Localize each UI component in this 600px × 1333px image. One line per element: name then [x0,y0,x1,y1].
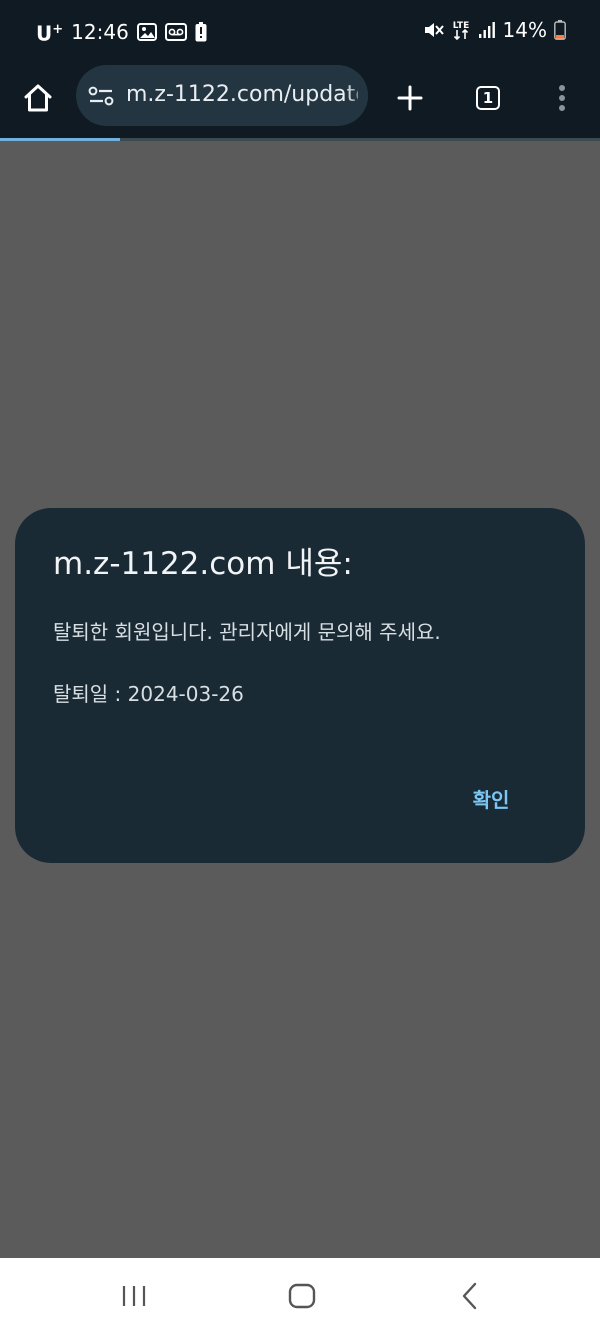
alert-dialog: m.z-1122.com 내용: 탈퇴한 회원입니다. 관리자에게 문의해 주세… [15,508,585,863]
new-tab-button[interactable] [388,76,432,120]
signal-icon [478,21,496,39]
more-vert-icon [559,85,565,111]
status-left: U+ 12:46 [36,17,207,47]
gallery-icon [136,22,157,41]
nav-home-icon [288,1283,316,1309]
dialog-withdrawal-date: 탈퇴일 : 2024-03-26 [53,682,244,706]
nav-home-button[interactable] [280,1276,324,1316]
lte-icon: LTE [451,19,471,41]
plus-icon [397,85,423,111]
dialog-title: m.z-1122.com 내용: [53,546,353,582]
carrier-label: U+ [36,17,63,47]
system-nav-bar [0,1258,600,1333]
battery-percent: 14% [502,18,547,42]
recents-button[interactable] [112,1276,156,1316]
home-icon [24,84,52,112]
battery-low-icon [554,20,566,40]
back-button[interactable] [448,1276,492,1316]
dialog-message: 탈퇴한 회원입니다. 관리자에게 문의해 주세요. [53,620,441,644]
page-load-progress [0,138,600,141]
url-bar[interactable]: m.z-1122.com/update [76,65,368,126]
url-fade [346,65,368,126]
voicemail-icon [164,22,187,41]
tab-count: 1 [476,86,500,110]
home-button[interactable] [16,76,60,120]
svg-text:LTE: LTE [452,21,469,31]
status-right: LTE 14% [424,17,566,43]
more-menu-button[interactable] [540,76,584,120]
carrier-plus: + [52,22,64,37]
url-text[interactable]: m.z-1122.com/update [126,81,358,109]
tab-switcher-button[interactable]: 1 [466,76,510,120]
site-settings-icon[interactable] [88,84,114,108]
carrier-name: U [36,21,53,46]
clock: 12:46 [71,19,129,44]
back-icon [462,1282,477,1310]
recents-icon [122,1286,146,1306]
status-bar: U+ 12:46 LTE 14% [0,0,600,62]
mute-icon [424,21,444,39]
page-load-progress-fill [0,138,120,141]
confirm-button[interactable]: 확인 [459,780,523,820]
browser-toolbar: m.z-1122.com/update 1 [0,62,600,138]
battery-alert-icon [195,21,207,42]
